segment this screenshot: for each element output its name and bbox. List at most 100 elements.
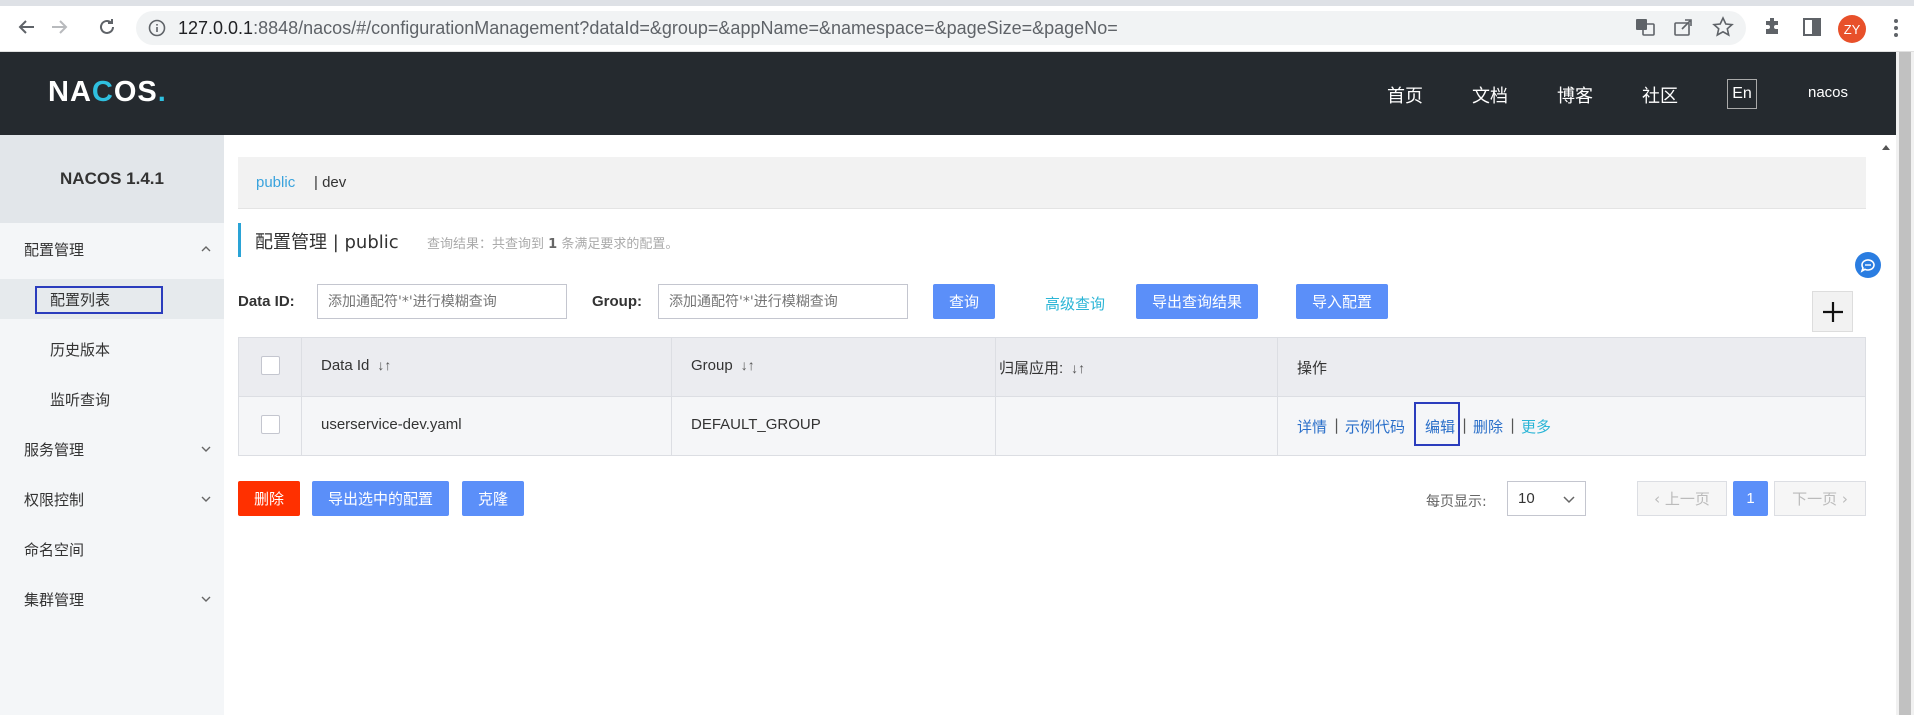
column-divider [671,338,672,455]
dataid-label: Data ID: [238,293,295,310]
app-header: NACOS. 首页 文档 博客 社区 En nacos [0,52,1896,135]
extensions-puzzle-icon[interactable] [1760,15,1784,39]
nav-docs[interactable]: 文档 [1472,82,1508,108]
sidebar-item-cluster-management[interactable]: 集群管理 [0,579,224,619]
sidebar-item-config-management[interactable]: 配置管理 [0,229,224,269]
page-size-label: 每页显示: [1426,494,1487,510]
dataid-input[interactable] [317,284,567,319]
sort-icon[interactable]: ↓↑ [1071,360,1085,376]
advanced-query-link[interactable]: 高级查询 [1045,293,1105,314]
current-user[interactable]: nacos [1808,84,1848,101]
column-header-group[interactable]: Group ↓↑ [691,357,755,374]
url-path: :8848/nacos/#/configurationManagement?da… [253,18,1118,38]
query-result-suffix: 条满足要求的配置。 [557,237,679,252]
content-scroll-up-icon[interactable] [1881,142,1891,152]
chevron-left-icon: ‹ [1654,489,1665,508]
forward-button[interactable] [46,14,72,40]
table-row [239,397,1865,455]
sidebar-version: NACOS 1.4.1 [0,135,224,223]
profile-avatar[interactable]: ZY [1838,15,1866,43]
sidebar-item-label: 服务管理 [24,440,85,459]
op-delete-link[interactable]: 删除 [1473,416,1503,437]
back-button[interactable] [14,14,40,40]
forward-arrow-icon [52,20,68,34]
prev-page-button[interactable]: ‹ 上一页 [1637,481,1727,516]
chevron-down-icon [1563,496,1575,504]
sidebar-item-history[interactable]: 历史版本 [0,329,224,369]
op-detail-link[interactable]: 详情 [1297,416,1327,437]
logo-dot: . [157,76,167,108]
sidebar-item-label: 权限控制 [24,490,85,509]
sidebar-item-label: 历史版本 [50,340,111,359]
page-title-block: 配置管理 | public [238,223,399,257]
column-divider [995,338,996,455]
namespace-dev[interactable]: | dev [314,174,346,191]
sidebar-item-label: 监听查询 [50,390,111,409]
column-header-data-id[interactable]: Data Id ↓↑ [321,357,391,374]
add-config-button[interactable] [1812,291,1853,332]
row-checkbox[interactable] [261,415,280,434]
bookmark-star-icon[interactable] [1712,16,1734,38]
nav-community[interactable]: 社区 [1642,82,1678,108]
row-data-id: userservice-dev.yaml [321,416,462,433]
more-vert-icon[interactable] [1886,14,1906,42]
column-divider [1277,338,1278,455]
chevron-down-icon [201,446,211,452]
delete-selected-button[interactable]: 删除 [238,481,300,516]
language-switch[interactable]: En [1727,79,1757,109]
export-selected-button[interactable]: 导出选中的配置 [312,481,449,516]
plus-icon [1822,301,1843,322]
chevron-down-icon [201,496,211,502]
import-config-button[interactable]: 导入配置 [1296,284,1388,319]
page-scrollbar[interactable] [1896,52,1914,715]
sidebar-item-label: 命名空间 [24,540,85,559]
reload-button[interactable] [94,14,120,40]
query-result-count: 1 [548,237,558,252]
op-separator: | [1334,416,1340,434]
group-input[interactable] [658,284,908,319]
next-page-label: 下一页 [1792,490,1838,508]
nav-blog[interactable]: 博客 [1557,82,1593,108]
sidebar-item-label: 配置管理 [24,240,85,259]
sort-icon[interactable]: ↓↑ [377,357,391,373]
logo-text-prefix: NA [48,76,92,108]
translate-icon[interactable] [1634,16,1656,38]
column-header-app[interactable]: 归属应用: ↓↑ [999,357,1085,378]
op-separator: | [1462,416,1468,434]
floating-assistant-button[interactable] [1855,252,1881,278]
config-table: Data Id ↓↑ Group ↓↑ 归属应用: ↓↑ 操作 userservice… [238,337,1866,456]
scrollbar-thumb[interactable] [1899,52,1911,715]
namespace-public[interactable]: public [256,174,295,191]
nav-home[interactable]: 首页 [1387,82,1423,108]
namespace-bar: public | dev [238,157,1866,209]
sidebar-item-access-control[interactable]: 权限控制 [0,479,224,519]
chevron-up-icon [201,246,211,252]
sidebar-item-namespace[interactable]: 命名空间 [0,529,224,569]
column-header-label: Group [691,357,733,374]
op-more-link[interactable]: 更多 [1521,416,1551,437]
clone-button[interactable]: 克隆 [462,481,524,516]
info-icon[interactable] [148,19,166,37]
query-button[interactable]: 查询 [933,284,995,319]
prev-page-label: 上一页 [1664,490,1710,508]
op-sample-code-link[interactable]: 示例代码 [1345,416,1405,437]
column-header-label: Data Id [321,357,370,374]
select-all-checkbox[interactable] [261,356,280,375]
sort-icon[interactable]: ↓↑ [741,357,755,373]
address-bar[interactable]: 127.0.0.1:8848/nacos/#/configurationMana… [136,11,1746,45]
chevron-down-icon [201,596,211,602]
back-arrow-icon [18,20,34,34]
share-icon[interactable] [1672,16,1694,38]
nacos-logo[interactable]: NACOS. [48,76,167,112]
browser-toolbar: 127.0.0.1:8848/nacos/#/configurationMana… [0,0,1914,52]
chat-bubble-icon [1860,259,1875,273]
side-panel-icon[interactable] [1800,15,1824,39]
current-page-button[interactable]: 1 [1733,481,1768,516]
url-text: 127.0.0.1:8848/nacos/#/configurationMana… [178,18,1118,39]
page-size-select[interactable]: 10 [1507,481,1586,516]
sidebar-item-service-management[interactable]: 服务管理 [0,429,224,469]
next-page-button[interactable]: 下一页 › [1774,481,1866,516]
query-result-prefix: 查询结果：共查询到 [427,237,549,252]
export-results-button[interactable]: 导出查询结果 [1136,284,1258,319]
sidebar-item-listener-query[interactable]: 监听查询 [0,379,224,419]
